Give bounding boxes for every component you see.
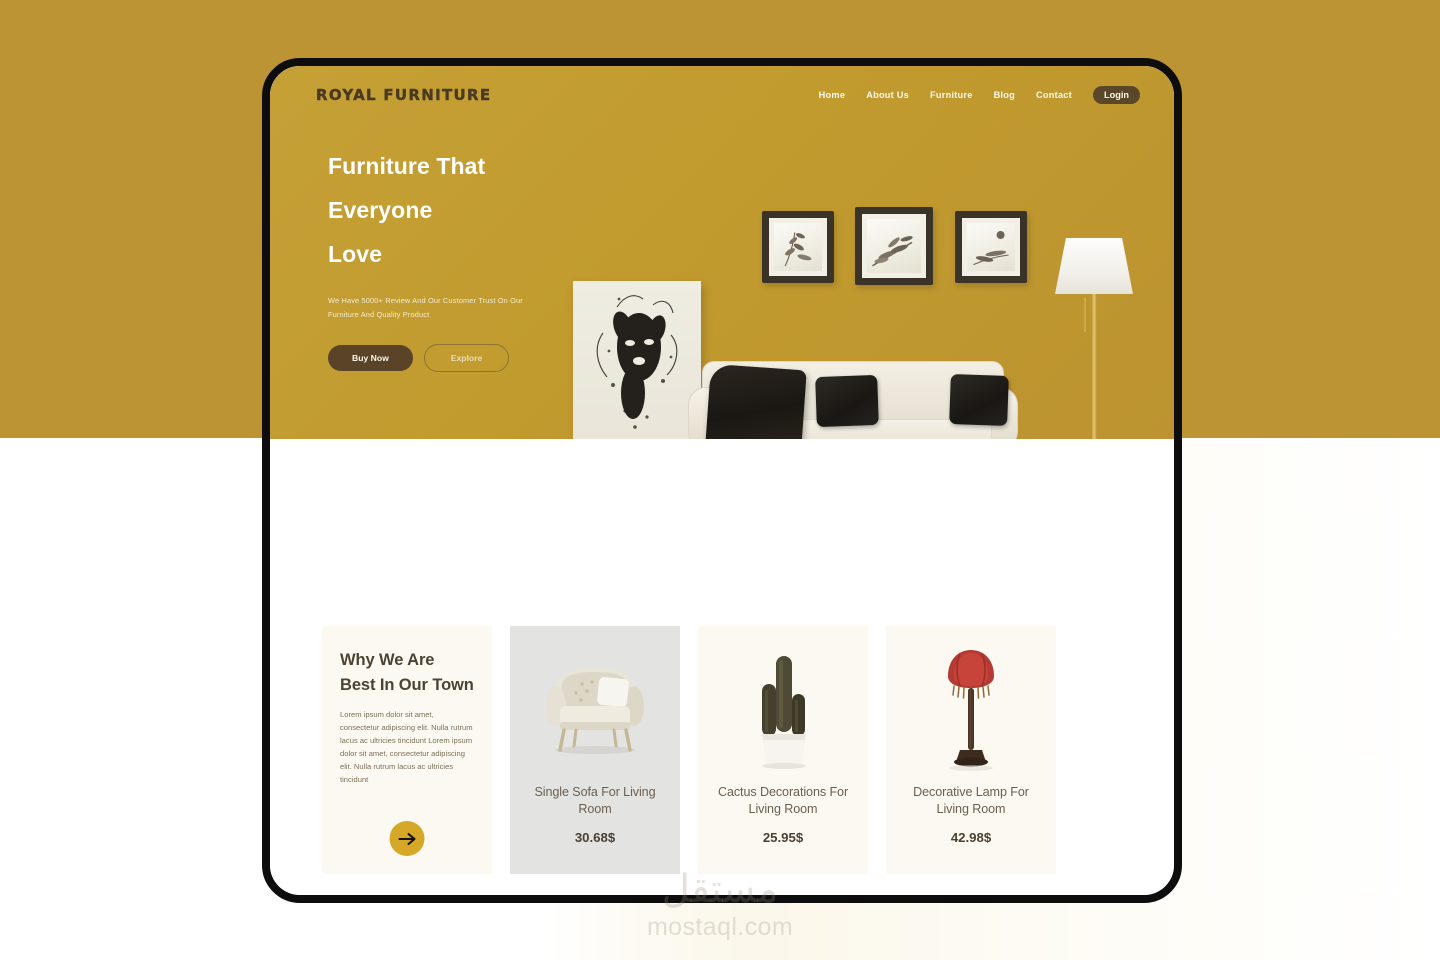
wall-art-botanical-1 <box>774 223 822 271</box>
buy-now-button[interactable]: Buy Now <box>328 345 413 371</box>
product-title: Decorative Lamp For Living Room <box>913 785 1029 816</box>
login-button[interactable]: Login <box>1092 86 1140 104</box>
botanical-grass-icon <box>872 236 913 267</box>
product-image-decorative-lamp <box>898 644 1044 776</box>
botanical-branch-icon <box>784 232 812 267</box>
cactus-plant-image-icon <box>762 656 806 769</box>
nav-item-home[interactable]: Home <box>819 90 846 100</box>
product-card-single-sofa[interactable]: Single Sofa For Living Room 30.68$ <box>510 626 680 874</box>
product-image-cactus <box>710 644 856 776</box>
why-card-title: Why We Are Best In Our Town <box>340 651 474 694</box>
product-card-decorative-lamp[interactable]: Decorative Lamp For Living Room 42.98$ <box>886 626 1056 874</box>
lamp-pole <box>1092 294 1097 439</box>
product-price: 42.98$ <box>950 830 992 845</box>
hero-section: ROYAL FURNITURE Home About Us Furniture … <box>270 66 1174 439</box>
wall-art-frame-1 <box>762 211 834 283</box>
lamp-shade <box>1055 238 1133 294</box>
product-card-cactus[interactable]: Cactus Decorations For Living Room 25.95… <box>698 626 868 874</box>
armchair-image-icon <box>546 668 644 754</box>
nav-item-blog[interactable]: Blog <box>994 90 1015 100</box>
nav-item-furniture[interactable]: Furniture <box>930 90 973 100</box>
hero-headline-line-3: Love <box>328 241 383 267</box>
wall-art-mat-3 <box>962 218 1020 276</box>
wall-art-frame-2 <box>855 207 933 285</box>
wall-art-frame-3 <box>955 211 1027 283</box>
sofa-pillow-black-2 <box>949 374 1009 426</box>
product-title: Cactus Decorations For Living Room <box>717 785 849 816</box>
lamp-pull-cord <box>1084 298 1086 332</box>
product-price: 30.68$ <box>574 830 616 845</box>
gold-floor-lamp <box>1048 238 1140 439</box>
wall-art-botanical-3 <box>967 223 1015 271</box>
why-card-body: Lorem ipsum dolor sit amet, consectetur … <box>340 710 473 784</box>
nav-links: Home About Us Furniture Blog Contact Log… <box>819 86 1140 104</box>
wall-art-mat-2 <box>862 214 926 278</box>
wall-art-mat-1 <box>769 218 827 276</box>
sofa-throw-blanket <box>701 363 807 439</box>
sofa-pillow-black-1 <box>815 374 879 428</box>
hero-button-group: Buy Now Explore <box>328 344 628 372</box>
nav-item-contact[interactable]: Contact <box>1036 90 1072 100</box>
device-screen: ROYAL FURNITURE Home About Us Furniture … <box>270 66 1174 895</box>
hero-headline-line-2: Everyone <box>328 197 433 223</box>
why-card-arrow-button[interactable] <box>389 821 425 856</box>
why-we-are-best-card: Why We Are Best In Our Town Lorem ipsum … <box>322 626 492 874</box>
hero-copy: Furniture That Everyone Love We Have 500… <box>328 144 628 372</box>
wall-art-botanical-2 <box>867 219 921 273</box>
brand-logo[interactable]: ROYAL FURNITURE <box>316 86 491 104</box>
page-root: ROYAL FURNITURE Home About Us Furniture … <box>0 0 1440 960</box>
botanical-sun-leaf-icon <box>973 231 1009 266</box>
decorative-lamp-image-icon <box>948 650 994 771</box>
product-title: Single Sofa For Living Room <box>534 785 656 816</box>
cards-section: Why We Are Best In Our Town Lorem ipsum … <box>270 626 1174 874</box>
hero-subtext: We Have 5000+ Review And Our Customer Tr… <box>328 296 523 319</box>
product-price: 25.95$ <box>762 830 804 845</box>
explore-button[interactable]: Explore <box>423 344 510 372</box>
device-frame: ROYAL FURNITURE Home About Us Furniture … <box>262 58 1182 903</box>
tufted-sofa-image <box>688 361 1018 439</box>
navbar: ROYAL FURNITURE Home About Us Furniture … <box>270 66 1174 124</box>
nav-item-about-us[interactable]: About Us <box>866 90 909 100</box>
arrow-right-icon <box>398 832 416 845</box>
hero-headline-line-1: Furniture That <box>328 153 486 179</box>
product-image-armchair <box>522 644 668 776</box>
